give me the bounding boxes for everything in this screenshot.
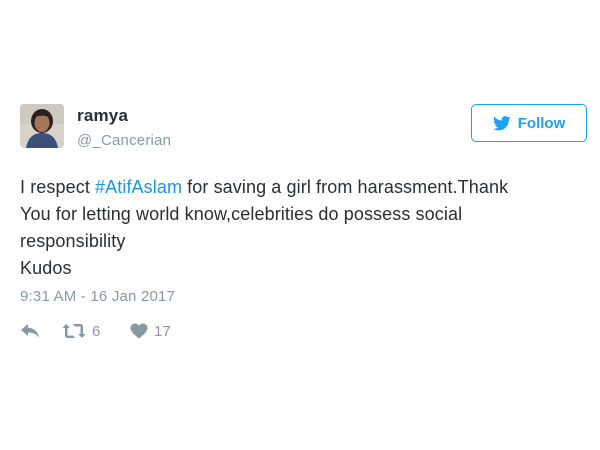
twitter-bird-icon: [492, 115, 511, 130]
user-handle[interactable]: @_Cancerian: [77, 131, 171, 151]
tweet-line: responsibility: [20, 231, 126, 251]
tweet-actions: 6 17: [20, 320, 171, 342]
tweet-card: ramya @_Cancerian Follow I respect #Atif…: [0, 0, 600, 450]
user-names: ramya @_Cancerian: [77, 106, 171, 151]
follow-button[interactable]: Follow: [471, 104, 587, 142]
heart-icon: [130, 323, 148, 339]
reply-button[interactable]: [20, 323, 62, 339]
avatar[interactable]: [20, 104, 64, 148]
follow-label: Follow: [517, 114, 566, 132]
tweet-text-segment: for saving a girl from harassment.Thank: [182, 177, 509, 197]
tweet-header: ramya @_Cancerian Follow: [20, 104, 590, 154]
retweet-button[interactable]: 6: [62, 323, 130, 340]
tweet-text: I respect #AtifAslam for saving a girl f…: [20, 174, 580, 282]
like-button[interactable]: 17: [130, 323, 171, 340]
hashtag-link[interactable]: #AtifAslam: [95, 177, 182, 197]
retweet-icon: [62, 324, 86, 338]
retweet-count: 6: [92, 322, 101, 340]
tweet-line: You for letting world know,celebrities d…: [20, 204, 463, 224]
reply-icon: [21, 324, 39, 338]
tweet-line: Kudos: [20, 258, 72, 278]
tweet-text-segment: I respect: [20, 177, 96, 197]
tweet-line: I respect #AtifAslam for saving a girl f…: [20, 174, 580, 201]
display-name[interactable]: ramya: [77, 106, 171, 126]
tweet-timestamp[interactable]: 9:31 AM - 16 Jan 2017: [20, 287, 175, 307]
like-count: 17: [154, 322, 171, 340]
avatar-image: [20, 104, 64, 148]
